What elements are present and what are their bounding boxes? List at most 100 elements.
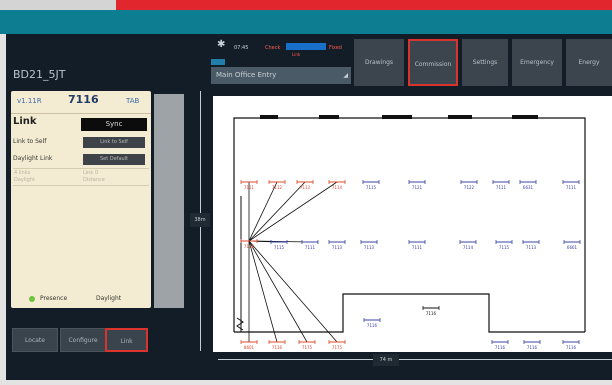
- configure-button[interactable]: Configure: [60, 328, 106, 352]
- light-fixture: 7122: [460, 180, 478, 190]
- fixture-panel: v1.11R 7116 TAB Link Sync Link to Self L…: [11, 91, 151, 308]
- light-fixture: 7121: [408, 180, 426, 190]
- fixture-label: 7175: [302, 345, 313, 350]
- bracket-mark: [236, 317, 244, 331]
- link-to-self-button[interactable]: Link to Self: [83, 137, 145, 148]
- outer-wall: [233, 117, 586, 302]
- light-fixture: 6661: [563, 240, 581, 250]
- fixture-label: 7175: [332, 345, 343, 350]
- tab-drawings[interactable]: Drawings: [354, 39, 404, 86]
- tall-marker: [236, 196, 244, 332]
- light-fixture: 7111: [240, 180, 258, 190]
- light-fixture: 7111: [492, 180, 510, 190]
- device-title: BD21_5JT: [13, 68, 66, 81]
- fixture-label: 7111: [412, 245, 423, 250]
- fixture-label: 7121: [412, 185, 423, 190]
- light-fixture: 7115: [270, 240, 288, 250]
- light-fixture: 7114: [459, 240, 477, 250]
- chevron-down-icon: ◢: [343, 72, 348, 79]
- window: [512, 115, 538, 119]
- faint-row-value: Distance: [83, 177, 105, 183]
- fixture-label: 7122: [464, 185, 475, 190]
- light-fixture: 7113: [328, 240, 346, 250]
- fixture-label: 7113: [526, 245, 537, 250]
- fixture-label: 7116: [495, 345, 506, 350]
- teal-header-bar: [0, 10, 612, 34]
- link-line: [248, 240, 338, 343]
- link-line: [248, 181, 338, 242]
- fixtures: 7111 7112 7113 7114 7115 7121 7122 7111 6631 7111…: [240, 180, 581, 350]
- fixture-label: 6631: [523, 185, 534, 190]
- daylight-label: Daylight: [96, 295, 122, 302]
- tab-commission[interactable]: Commission: [408, 39, 458, 86]
- link-lines: [248, 181, 338, 343]
- fixture-label: 7111: [244, 185, 255, 190]
- fixture-label: 7116: [426, 311, 437, 316]
- panel-header: v1.11R 7116 TAB: [11, 91, 151, 114]
- light-fixture: 7113: [360, 240, 378, 250]
- daylight-link-label: Daylight Link: [13, 155, 53, 162]
- link-button[interactable]: Link: [105, 328, 148, 352]
- light-fixture: 7115: [362, 180, 380, 190]
- fixture-label: 7111: [496, 185, 507, 190]
- fixture-label: 6661: [567, 245, 578, 250]
- window: [260, 115, 278, 119]
- faint-row-value: Link 0: [83, 170, 99, 176]
- app-window: BD21_5JT v1.11R 7116 TAB Link Sync Link …: [6, 34, 612, 380]
- window: [382, 115, 412, 119]
- daylight-link-button[interactable]: Set Default: [83, 154, 145, 165]
- light-fixture: 7112: [268, 180, 286, 190]
- sync-button[interactable]: Sync: [81, 118, 147, 131]
- link-line: [248, 240, 308, 343]
- floor-plan-canvas[interactable]: 7111 7112 7113 7114 7115 7121 7122 7111 6631 7111…: [213, 96, 612, 352]
- panel-header-right: TAB: [126, 97, 140, 105]
- fixture-label: 7114: [244, 244, 255, 249]
- panel-scrollbar[interactable]: [154, 94, 184, 308]
- light-fixture: 7113: [296, 180, 314, 190]
- fixture-label: 7114: [463, 245, 474, 250]
- width-dimension-label: 74 m: [373, 354, 399, 366]
- status-check: Check: [265, 45, 281, 51]
- fixture-label: 7112: [272, 185, 283, 190]
- fixture-label: 7113: [332, 245, 343, 250]
- area-dropdown[interactable]: Main Office Entry ◢: [211, 67, 351, 84]
- height-dimension-label: 38m: [190, 213, 210, 227]
- light-fixture: 7116: [422, 306, 440, 316]
- light-fixture: 7111: [562, 180, 580, 190]
- tab-energy[interactable]: Energy: [566, 39, 612, 86]
- fixture-label: 7113: [300, 185, 311, 190]
- light-fixture: 7111: [408, 240, 426, 250]
- light-fixture: 7175: [298, 340, 316, 350]
- link-to-self-label: Link to Self: [13, 138, 47, 145]
- fixture-label: 8601: [244, 345, 255, 350]
- fixture-label: 7111: [305, 245, 316, 250]
- status-link: Link: [292, 52, 301, 57]
- area-dropdown-value: Main Office Entry: [216, 71, 277, 79]
- presence-label: Presence: [40, 295, 68, 302]
- fixture-label: 7116: [527, 345, 538, 350]
- locate-button[interactable]: Locate: [12, 328, 58, 352]
- fixture-label: 7113: [364, 245, 375, 250]
- fixture-label: 7116: [566, 345, 577, 350]
- signal-bar: [286, 43, 326, 50]
- fixture-label: 7116: [272, 345, 283, 350]
- light-fixture: 6631: [519, 180, 537, 190]
- panel-header-id: 7116: [68, 93, 99, 106]
- inner-room-wall: [234, 293, 585, 333]
- light-fixture: 7116: [363, 318, 381, 328]
- light-fixture: 7114: [328, 180, 346, 190]
- link-line: [248, 181, 306, 242]
- width-dimension-line: [218, 359, 612, 360]
- faint-row-label: Daylight: [14, 177, 35, 183]
- panel-header-left: v1.11R: [17, 97, 42, 105]
- tab-settings[interactable]: Settings: [462, 39, 508, 86]
- floor-plan-svg: 7111 7112 7113 7114 7115 7121 7122 7111 6631 7111…: [233, 115, 586, 350]
- divider: [13, 185, 149, 186]
- light-fixture: 7116: [268, 340, 286, 350]
- presence-indicator: [29, 296, 35, 302]
- fixture-label: 7115: [274, 245, 285, 250]
- divider: [13, 168, 149, 169]
- link-line: [248, 240, 278, 343]
- light-fixture: 7111: [301, 240, 319, 250]
- tab-emergency[interactable]: Emergency: [512, 39, 562, 86]
